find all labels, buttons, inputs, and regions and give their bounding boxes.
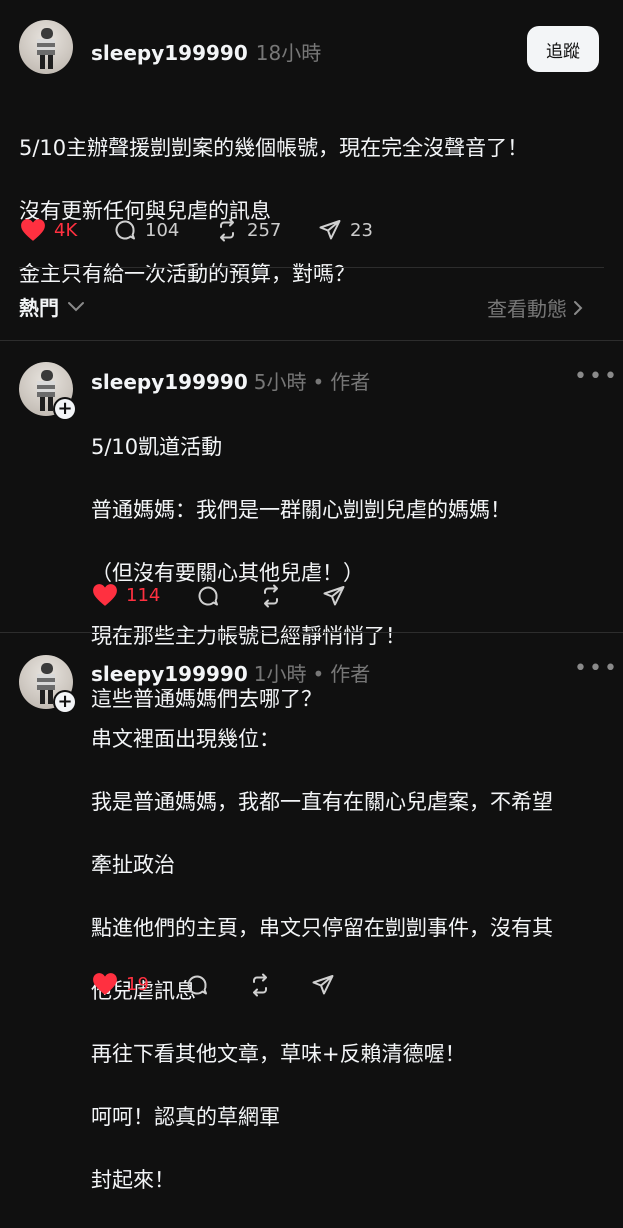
chevron-right-icon — [574, 300, 583, 315]
follow-plus-button[interactable]: + — [53, 690, 77, 714]
send-icon — [319, 220, 341, 240]
view-activity-link[interactable]: 查看動態 — [487, 293, 583, 322]
reply-line: 再往下看其他文章，草味+反賴清德喔！ — [91, 1041, 466, 1066]
reply-count: 104 — [145, 219, 180, 241]
heart-icon — [93, 584, 117, 606]
divider — [0, 340, 623, 341]
username[interactable]: sleepy199990 — [91, 41, 248, 65]
repost-icon — [220, 218, 234, 242]
heart-icon — [21, 219, 45, 241]
reply-body: 串文裡面出現幾位： 我是普通媽媽，我都一直有在關心兒虐案，不希望 牽扯政治 點進… — [91, 692, 611, 1228]
share-button[interactable] — [311, 973, 335, 1001]
post-time: 5小時 — [253, 370, 307, 394]
reply-button[interactable]: 104 — [113, 218, 179, 242]
reply-line: 我是普通媽媽，我都一直有在關心兒虐案，不希望 — [91, 789, 553, 814]
author-tag: 作者 — [330, 662, 371, 686]
author-tag: 作者 — [330, 370, 371, 394]
reply-line: 封起來！ — [91, 1167, 175, 1192]
comment-icon — [187, 975, 207, 995]
plus-icon: + — [55, 692, 75, 712]
chevron-down-icon — [68, 301, 84, 311]
like-button[interactable]: 114 — [92, 583, 160, 607]
heart-icon — [93, 973, 117, 995]
divider — [19, 267, 604, 268]
follow-button[interactable]: 追蹤 — [527, 26, 599, 72]
repost-button[interactable] — [259, 584, 283, 612]
post-line: 沒有更新任何與兒虐的訊息 — [19, 198, 271, 223]
divider — [0, 632, 623, 633]
repost-count: 257 — [247, 219, 282, 241]
repost-icon — [253, 973, 267, 997]
like-count: 114 — [126, 584, 161, 606]
follow-plus-button[interactable]: + — [53, 397, 77, 421]
like-count: 19 — [126, 973, 149, 995]
like-button[interactable]: 4K — [20, 218, 77, 242]
post-time: 18小時 — [255, 41, 322, 65]
sort-dropdown[interactable]: 熱門 — [19, 292, 85, 321]
send-icon — [323, 586, 345, 606]
repost-button[interactable] — [248, 973, 272, 1001]
reply-line: （但沒有要關心其他兒虐！） — [91, 560, 364, 585]
reply-button[interactable] — [196, 584, 220, 612]
reply-line: 呵呵！認真的草網軍 — [91, 1104, 280, 1129]
reply-line: 他兒虐訊息 — [91, 978, 196, 1003]
reply-line: 現在那些主力帳號已經靜悄悄了！ — [91, 623, 406, 648]
reply-line: 串文裡面出現幾位： — [91, 726, 280, 751]
reply-line: 牽扯政治 — [91, 852, 175, 877]
reply-line: 點進他們的主頁，串文只停留在剴剴事件，沒有其 — [91, 915, 553, 940]
post-body: 5/10主辦聲援剴剴案的幾個帳號，現在完全沒聲音了！ 沒有更新任何與兒虐的訊息 … — [19, 101, 609, 322]
post-time: 1小時 — [253, 662, 307, 686]
sort-label: 熱門 — [19, 296, 59, 320]
like-count: 4K — [54, 219, 78, 241]
username[interactable]: sleepy199990 — [91, 662, 248, 686]
repost-icon — [264, 584, 278, 608]
reply-line: 普通媽媽：我們是一群關心剴剴兒虐的媽媽！ — [91, 497, 511, 522]
send-icon — [312, 975, 334, 995]
share-count: 23 — [350, 219, 373, 241]
post-line: 金主只有給一次活動的預算，對嗎？ — [19, 261, 355, 286]
dot-separator: • — [312, 662, 325, 686]
username[interactable]: sleepy199990 — [91, 370, 248, 394]
more-icon[interactable]: ••• — [574, 364, 619, 389]
view-activity-label: 查看動態 — [487, 297, 567, 321]
reply-line: 5/10凱道活動 — [91, 434, 223, 459]
share-button[interactable]: 23 — [318, 218, 373, 242]
plus-icon: + — [55, 399, 75, 419]
avatar[interactable] — [19, 20, 73, 74]
dot-separator: • — [312, 370, 325, 394]
repost-button[interactable]: 257 — [215, 218, 281, 242]
more-icon[interactable]: ••• — [574, 656, 619, 681]
share-button[interactable] — [322, 584, 346, 612]
like-button[interactable]: 19 — [92, 972, 149, 996]
comment-icon — [198, 586, 218, 606]
post-line: 5/10主辦聲援剴剴案的幾個帳號，現在完全沒聲音了！ — [19, 135, 529, 160]
comment-icon — [115, 220, 135, 240]
reply-button[interactable] — [185, 973, 209, 1001]
